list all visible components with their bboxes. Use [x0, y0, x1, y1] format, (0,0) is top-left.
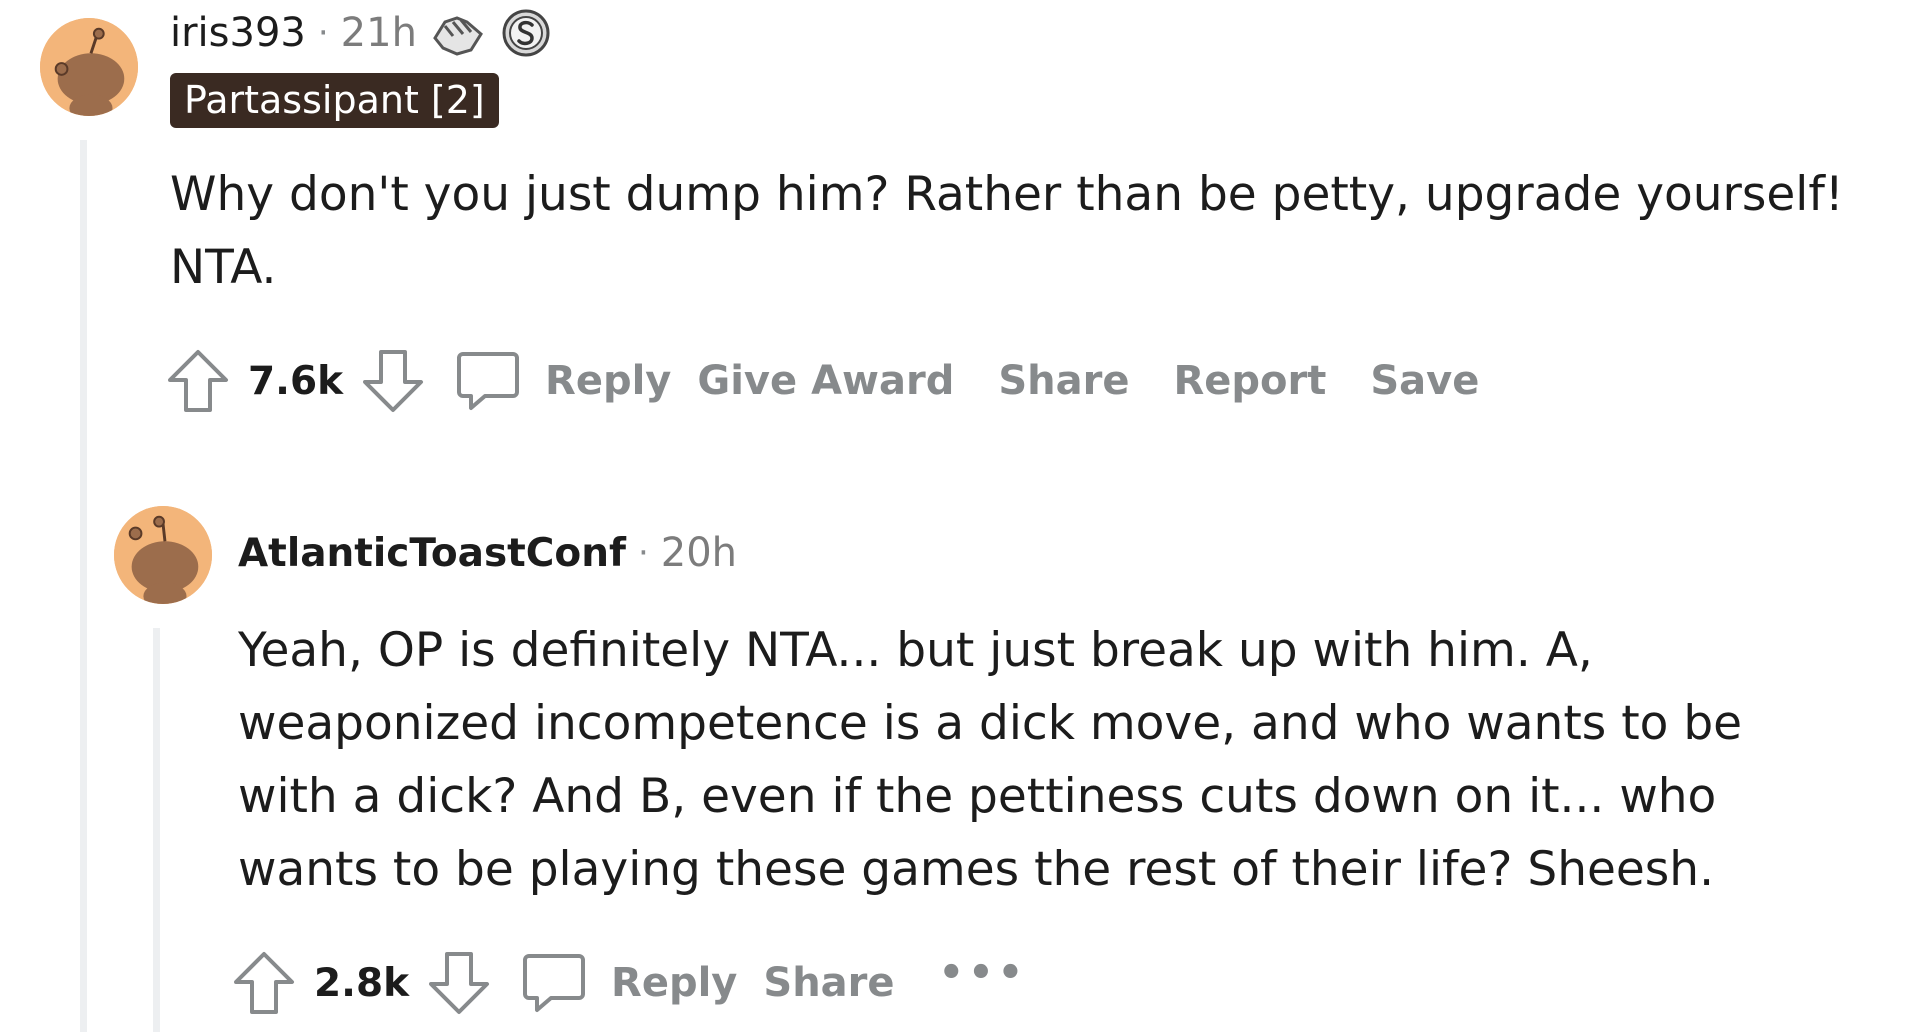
give-award-button[interactable]: Give Award — [697, 358, 954, 404]
more-options-button[interactable]: ••• — [939, 950, 1028, 996]
user-flair: Partassipant [2] — [170, 73, 499, 128]
reply-button[interactable]: Reply — [455, 348, 671, 414]
share-button[interactable]: Share — [998, 358, 1129, 404]
comment-thread: iris393 · 21h Partassipant [2] Why don't… — [0, 0, 1914, 1032]
comment-body: Why don't you just dump him? Rather than… — [170, 158, 1890, 304]
comment-actions: 7.6k Reply Give Award Share Report Save — [166, 348, 1523, 414]
snoo-avatar-icon — [40, 18, 138, 116]
comment-text: Yeah, OP is definitely NTA... but just b… — [238, 623, 1743, 897]
meta-separator: · — [637, 533, 649, 573]
downvote-icon[interactable] — [427, 950, 491, 1016]
reply-label[interactable]: Reply — [545, 358, 671, 404]
reply-button[interactable]: Reply — [521, 950, 737, 1016]
vote-score: 7.6k — [248, 358, 344, 404]
thread-line[interactable] — [80, 140, 87, 1032]
handshake-award-icon[interactable] — [431, 8, 485, 58]
reply-label[interactable]: Reply — [611, 960, 737, 1006]
thread-line-nested[interactable] — [153, 628, 160, 1032]
comment-bubble-icon — [523, 954, 586, 1012]
username-link[interactable]: iris393 — [170, 10, 306, 56]
comment-meta: AtlanticToastConf · 20h — [238, 530, 737, 576]
timestamp[interactable]: 20h — [661, 530, 737, 576]
comment-actions: 2.8k Reply Share ••• — [232, 950, 1027, 1016]
downvote-icon[interactable] — [361, 348, 425, 414]
upvote-icon[interactable] — [166, 348, 230, 414]
share-button[interactable]: Share — [763, 960, 894, 1006]
avatar[interactable] — [40, 18, 138, 116]
save-button[interactable]: Save — [1370, 358, 1479, 404]
vote-score: 2.8k — [314, 960, 410, 1006]
username-link[interactable]: AtlanticToastConf — [238, 531, 626, 576]
comment-meta: iris393 · 21h — [170, 6, 553, 60]
avatar[interactable] — [114, 506, 212, 604]
comment-body: Yeah, OP is definitely NTA... but just b… — [238, 614, 1798, 906]
report-button[interactable]: Report — [1173, 358, 1326, 404]
timestamp[interactable]: 21h — [341, 10, 417, 56]
silver-s-award-icon[interactable] — [499, 6, 553, 60]
upvote-icon[interactable] — [232, 950, 296, 1016]
meta-separator: · — [317, 13, 329, 53]
comment-text: Why don't you just dump him? Rather than… — [170, 167, 1844, 295]
snoo-avatar-icon — [114, 506, 212, 604]
comment-bubble-icon — [457, 352, 520, 410]
